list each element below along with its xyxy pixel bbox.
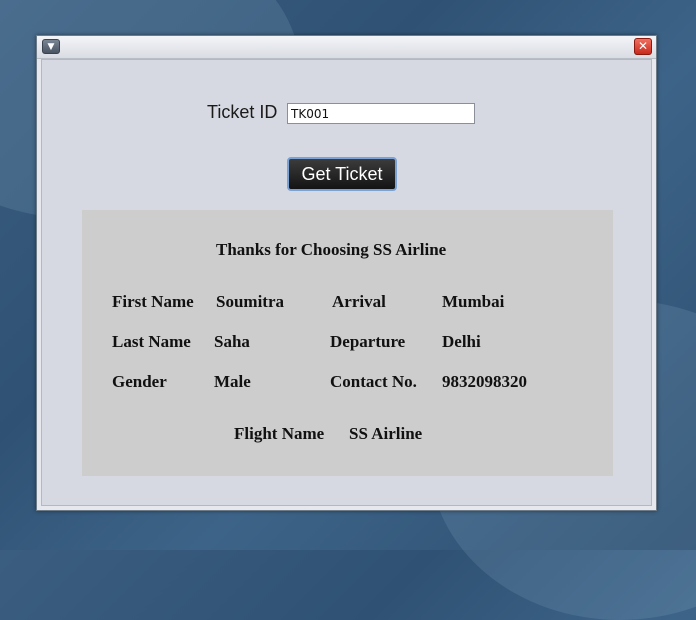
contact-label: Contact No.	[330, 372, 417, 391]
title-bar: ▼ ✕	[37, 36, 656, 59]
first-name-value: Soumitra	[216, 292, 284, 311]
contact-value: 9832098320	[442, 372, 527, 391]
window-close-button[interactable]: ✕	[634, 38, 652, 55]
gender-value: Male	[214, 372, 251, 391]
application-window: ▼ ✕ Ticket ID Get Ticket Thanks for Choo…	[36, 35, 657, 511]
arrival-value: Mumbai	[442, 292, 505, 311]
window-menu-button[interactable]: ▼	[42, 39, 60, 54]
flight-name-value: SS Airline	[349, 424, 423, 443]
ticket-details-panel: Thanks for Choosing SS Airline First Nam…	[82, 210, 613, 476]
departure-label: Departure	[330, 332, 406, 351]
ticket-heading: Thanks for Choosing SS Airline	[216, 240, 447, 259]
ticket-id-label: Ticket ID	[207, 102, 278, 122]
content-area: Ticket ID Get Ticket Thanks for Choosing…	[41, 59, 652, 506]
departure-value: Delhi	[442, 332, 481, 351]
get-ticket-button[interactable]: Get Ticket	[287, 157, 397, 191]
chevron-down-icon: ▼	[47, 42, 55, 52]
gender-label: Gender	[112, 372, 167, 391]
arrival-label: Arrival	[332, 292, 386, 311]
flight-name-label: Flight Name	[234, 424, 325, 443]
close-icon: ✕	[637, 39, 649, 53]
ticket-id-input[interactable]	[287, 103, 475, 124]
last-name-label: Last Name	[112, 332, 191, 351]
last-name-value: Saha	[214, 332, 250, 351]
first-name-label: First Name	[112, 292, 194, 311]
